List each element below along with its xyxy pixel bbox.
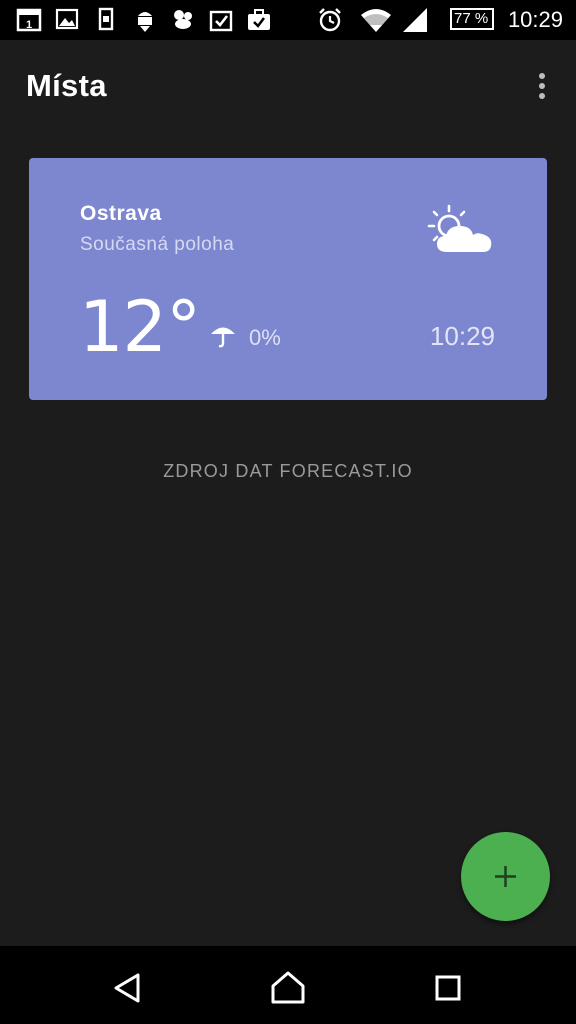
battery-icon: 77 % bbox=[450, 8, 494, 30]
local-time: 10:29 bbox=[429, 321, 495, 351]
recents-icon[interactable] bbox=[428, 968, 468, 1008]
plus-icon bbox=[495, 866, 516, 887]
svg-text:1: 1 bbox=[26, 19, 32, 31]
task-check-icon bbox=[209, 10, 233, 32]
status-time: 10:29 bbox=[507, 7, 563, 32]
partly-cloudy-icon bbox=[427, 204, 492, 252]
location-card[interactable]: Ostrava Současná poloha 12° 0% 10:29 bbox=[29, 158, 547, 400]
city-name: Ostrava bbox=[80, 202, 162, 225]
briefcase-check-icon bbox=[248, 9, 270, 30]
wifi-icon bbox=[361, 9, 391, 32]
status-bar: 1 77 % 10:29 bbox=[0, 0, 576, 40]
battery-percent: 77 % bbox=[454, 10, 489, 27]
alarm-icon bbox=[319, 8, 341, 32]
app-bar: Místa bbox=[0, 40, 576, 132]
calendar-icon: 1 bbox=[16, 8, 42, 32]
home-icon[interactable] bbox=[268, 968, 308, 1008]
precip-chance: 0% bbox=[249, 325, 281, 350]
data-source-attribution[interactable]: ZDROJ DAT FORECAST.IO bbox=[0, 461, 576, 482]
signal-icon bbox=[403, 8, 427, 32]
android-download-icon bbox=[138, 12, 152, 32]
bird-icon bbox=[174, 10, 192, 29]
page-title: Místa bbox=[26, 68, 107, 103]
image-icon bbox=[55, 8, 79, 30]
overflow-menu-icon[interactable] bbox=[530, 70, 554, 102]
location-subtitle: Současná poloha bbox=[80, 234, 235, 255]
add-location-button[interactable] bbox=[461, 832, 550, 921]
temperature: 12° bbox=[79, 286, 201, 368]
device-icon bbox=[98, 7, 114, 31]
umbrella-icon bbox=[211, 327, 235, 348]
back-icon[interactable] bbox=[108, 968, 148, 1008]
navigation-bar bbox=[0, 946, 576, 1024]
